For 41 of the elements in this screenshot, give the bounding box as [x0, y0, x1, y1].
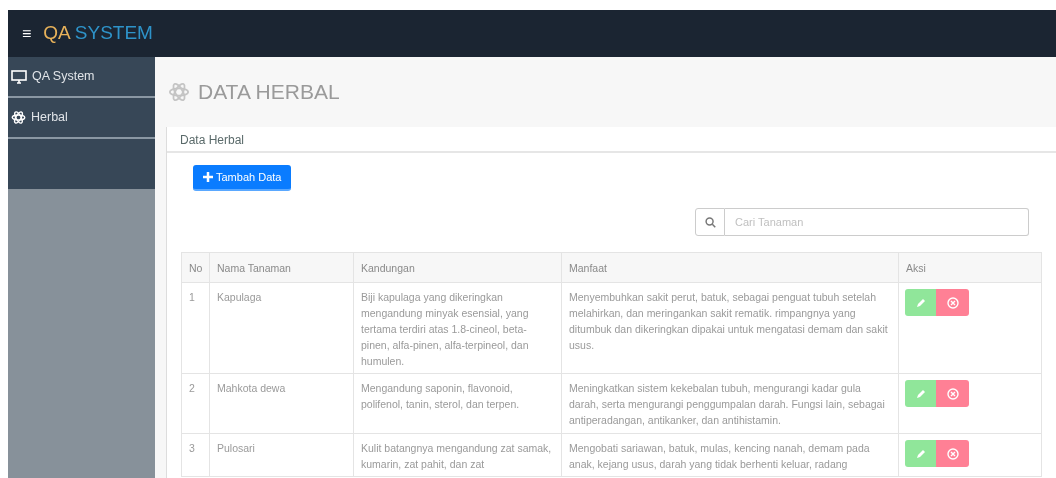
table-cell: Menyembuhkan sakit perut, batuk, sebagai penguat tubuh setelah melahirkan, dan meringankan sakit rematik. rimpangnya yang ditumbuk dan dikeringkan dipakai untuk mengatasi demam dan sakit usus.	[569, 291, 888, 351]
sidebar-item[interactable]: Herbal	[8, 98, 155, 139]
table-cell: Kapulaga	[217, 291, 262, 303]
table-cell: 3	[189, 442, 195, 454]
table-cell: Mengandung saponin, flavonoid, polifenol, tanin, sterol, dan terpen.	[361, 382, 520, 410]
table-cell: 2	[189, 382, 195, 394]
table-cell: Pulosari	[217, 442, 255, 454]
pencil-icon	[915, 388, 926, 399]
column-header: Kandungan	[361, 261, 415, 274]
pencil-icon	[915, 297, 926, 308]
page-title: DATA HERBAL	[198, 79, 340, 106]
pencil-icon	[915, 448, 926, 459]
atom-icon	[168, 80, 190, 104]
menu-button[interactable]: ≡	[22, 21, 32, 46]
edit-button[interactable]	[905, 440, 936, 467]
plus-icon	[203, 172, 213, 182]
table-cell: Kulit batangnya mengandung zat samak, kumarin, zat pahit, dan zat	[361, 442, 552, 470]
table-cell: Mengobati sariawan, batuk, mulas, kencing nanah, demam pada anak, kejang usus, darah yang tidak berhenti keluar, radang	[569, 442, 870, 470]
sidebar-item[interactable]: QA System	[8, 57, 155, 98]
delete-button[interactable]	[936, 289, 969, 316]
brand-logo[interactable]: QA SYSTEM	[43, 19, 153, 48]
close-circle-icon	[946, 387, 959, 400]
table-cell: Meningkatkan sistem kekebalan tubuh, mengurangi kadar gula darah, serta mengurangi penggumpalan darah. Fungsi lain, sebagai antiperadangan, antikanker, dan antihistamin.	[569, 382, 885, 426]
column-header: No	[189, 261, 203, 274]
add-data-button[interactable]: Tambah Data	[193, 165, 292, 191]
column-header: Manfaat	[569, 261, 607, 274]
table-cell: Mahkota dewa	[217, 382, 286, 394]
edit-button[interactable]	[905, 380, 936, 407]
search-field[interactable]: Cari Tanaman	[725, 208, 1029, 236]
table-cell: 1	[189, 291, 195, 303]
atom-icon	[11, 110, 26, 125]
column-header: Aksi	[906, 261, 926, 274]
edit-button[interactable]	[905, 289, 936, 316]
delete-button[interactable]	[936, 440, 969, 467]
close-circle-icon	[946, 447, 959, 460]
column-header: Nama Tanaman	[217, 261, 291, 274]
search-icon	[704, 216, 716, 228]
delete-button[interactable]	[936, 380, 969, 407]
table-cell: Biji kapulaga yang dikeringkan mengandung minyak esensial, yang tertama terdiri atas 1.8-cineol, beta-pinen, alfa-pinen, alfa-terpineol, dan humulen.	[361, 291, 529, 367]
monitor-icon	[11, 69, 27, 84]
close-circle-icon	[946, 296, 959, 309]
